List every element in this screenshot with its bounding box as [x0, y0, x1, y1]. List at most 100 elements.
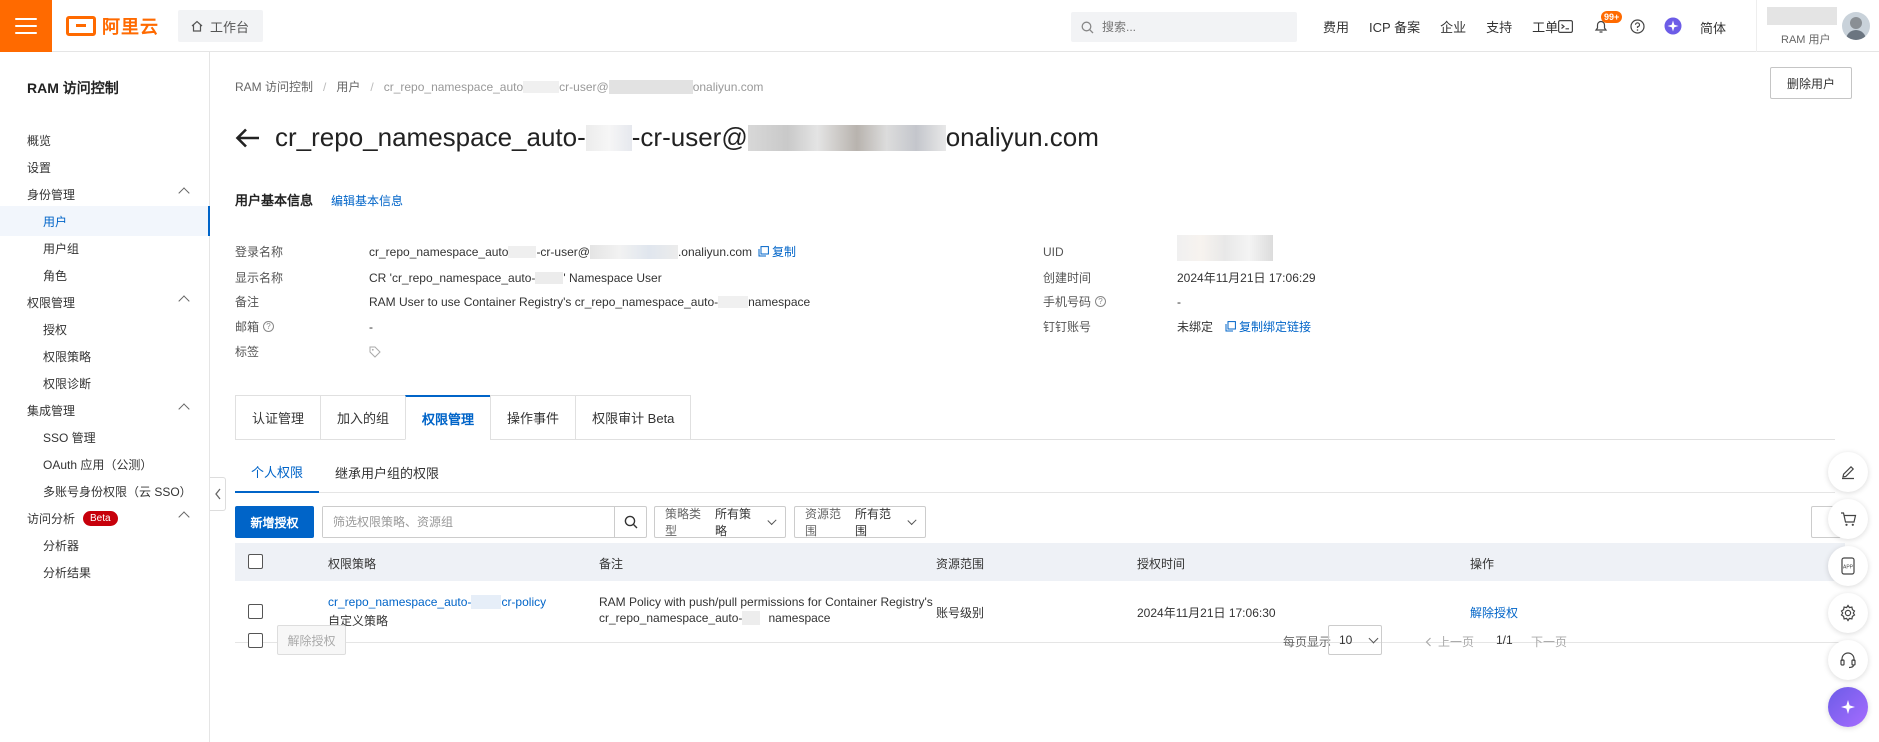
redacted-block [718, 295, 749, 308]
tab-operation-events[interactable]: 操作事件 [490, 395, 576, 440]
select-all-checkbox[interactable] [248, 554, 263, 569]
copy-icon[interactable] [758, 246, 769, 257]
sidebar-item-label: 概览 [27, 133, 52, 148]
next-page-button[interactable]: 下一页 [1531, 633, 1567, 650]
user-menu[interactable]: RAM 用户 [1756, 0, 1879, 52]
email-label: 邮箱? [235, 318, 369, 335]
tag-icon[interactable] [369, 346, 381, 358]
footer-select-all-checkbox[interactable] [248, 633, 263, 648]
page-title: cr_repo_namespace_auto- -cr-user@ onaliy… [275, 122, 1099, 153]
sidebar-item-oauth[interactable]: OAuth 应用（公测） [0, 449, 210, 479]
edit-basic-info-link[interactable]: 编辑基本信息 [331, 192, 403, 209]
policy-filter [322, 506, 647, 538]
aliyun-logo[interactable]: 阿里云 [66, 14, 159, 38]
sidebar-item-user-groups[interactable]: 用户组 [0, 233, 210, 263]
chevron-left-icon [1425, 637, 1431, 646]
sidebar-group-integration[interactable]: 集成管理 [0, 395, 210, 425]
tab-joined-groups[interactable]: 加入的组 [320, 395, 406, 440]
sidebar-item-grants[interactable]: 授权 [0, 314, 210, 344]
cart-icon[interactable] [1828, 499, 1868, 539]
sidebar-group-identity[interactable]: 身份管理 [0, 179, 210, 209]
per-page-select[interactable]: 10 [1328, 625, 1382, 655]
search-icon [1081, 21, 1094, 33]
sidebar-item-cloud-sso[interactable]: 多账号身份权限（云 SSO） [0, 476, 210, 506]
breadcrumb-users[interactable]: 用户 [336, 78, 360, 95]
remark-value: RAM User to use Container Registry's cr_… [369, 295, 810, 309]
help-icon[interactable]: ? [1095, 296, 1107, 307]
search-button[interactable] [614, 507, 646, 537]
back-arrow-icon[interactable] [235, 126, 261, 150]
nav-enterprise[interactable]: 企业 [1430, 17, 1476, 36]
sidebar-item-settings[interactable]: 设置 [0, 152, 210, 182]
help-icon[interactable] [1619, 0, 1655, 52]
nav-billing[interactable]: 费用 [1313, 17, 1359, 36]
top-bar: 阿里云 工作台 费用 ICP 备案 企业 支持 工单 99+ 简体 RAM 用户 [0, 0, 1879, 52]
sidebar-group-permissions[interactable]: 权限管理 [0, 287, 210, 317]
language-switch[interactable]: 简体 [1700, 18, 1726, 37]
bell-icon[interactable]: 99+ [1583, 0, 1623, 52]
sidebar-item-sso[interactable]: SSO 管理 [0, 422, 210, 452]
sidebar: RAM 访问控制 概览 设置 身份管理 用户 用户组 角色 权限管理 授权 权限… [0, 52, 210, 742]
login-name-row: 登录名称 cr_repo_namespace_auto -cr-user@ .o… [235, 243, 796, 260]
scope-value: 所有范围 [855, 507, 892, 538]
scope-label: 资源范围 [805, 507, 842, 538]
settings-gear-icon[interactable] [1828, 593, 1868, 633]
terminal-icon[interactable] [1547, 0, 1583, 52]
sidebar-item-diagnosis[interactable]: 权限诊断 [0, 368, 210, 398]
breadcrumb-current-part: cr-user@ [559, 79, 609, 94]
bulk-revoke-button[interactable]: 解除授权 [277, 625, 346, 655]
sidebar-item-users[interactable]: 用户 [0, 206, 210, 236]
sidebar-collapse-button[interactable] [210, 477, 226, 511]
menu-button[interactable] [0, 0, 52, 52]
beta-badge: Beta [83, 510, 118, 526]
breadcrumb-current-part: cr_repo_namespace_auto [383, 79, 524, 94]
policy-type-select[interactable]: 策略类型 所有策略 [654, 506, 786, 538]
nav-icp[interactable]: ICP 备案 [1359, 17, 1430, 36]
customer-service-icon[interactable] [1828, 640, 1868, 680]
global-search[interactable] [1071, 12, 1297, 42]
sidebar-item-policies[interactable]: 权限策略 [0, 341, 210, 371]
uid-row: UID [1043, 235, 1273, 261]
scope-select[interactable]: 资源范围 所有范围 [794, 506, 926, 538]
tab-permissions[interactable]: 权限管理 [405, 395, 491, 440]
tab-authentication[interactable]: 认证管理 [235, 395, 321, 440]
policy-name-link[interactable]: cr_repo_namespace_auto- cr-policy [328, 595, 546, 609]
policy-type-value: 所有策略 [715, 507, 752, 538]
copy-login-name-link[interactable]: 复制 [772, 243, 796, 260]
help-icon[interactable]: ? [263, 321, 275, 332]
header-actions: 操作 [1470, 557, 1495, 571]
sidebar-item-analyzer[interactable]: 分析器 [0, 530, 210, 560]
breadcrumb-current: cr_repo_namespace_auto cr-user@ onaliyun… [383, 79, 763, 94]
ai-assistant-icon[interactable] [1655, 0, 1691, 52]
chevron-up-icon [178, 187, 190, 199]
table-footer: 解除授权 每页显示 10 上一页 1/1 下一页 [235, 612, 1845, 658]
chevron-down-icon [767, 515, 777, 525]
copy-bind-link[interactable]: 复制绑定链接 [1239, 318, 1311, 335]
breadcrumb-ram[interactable]: RAM 访问控制 [235, 78, 313, 95]
app-icon[interactable]: APP [1828, 546, 1868, 586]
copy-icon[interactable] [1225, 321, 1236, 332]
redacted-block [585, 124, 632, 151]
policy-filter-input[interactable] [323, 507, 614, 537]
sidebar-group-access-analysis[interactable]: 访问分析 Beta [0, 503, 210, 533]
phone-label-text: 手机号码 [1043, 295, 1092, 309]
policy-name-part: cr_repo_namespace_auto- [328, 595, 472, 609]
sidebar-item-analysis-results[interactable]: 分析结果 [0, 557, 210, 587]
sidebar-item-overview[interactable]: 概览 [0, 125, 210, 155]
delete-user-button[interactable]: 删除用户 [1770, 67, 1852, 99]
add-grant-button[interactable]: 新增授权 [235, 506, 314, 538]
global-search-input[interactable] [1102, 20, 1272, 34]
prev-page-button[interactable]: 上一页 [1425, 633, 1474, 650]
subtab-personal-permissions[interactable]: 个人权限 [235, 451, 320, 493]
nav-support[interactable]: 支持 [1476, 17, 1522, 36]
edit-icon[interactable] [1828, 452, 1868, 492]
title-part: onaliyun.com [945, 122, 1099, 152]
subtab-inherited-permissions[interactable]: 继承用户组的权限 [319, 451, 455, 493]
tab-permission-audit[interactable]: 权限审计 Beta [575, 395, 692, 440]
workbench-button[interactable]: 工作台 [178, 10, 264, 42]
avatar[interactable] [1842, 12, 1870, 40]
chevron-left-icon [214, 488, 221, 500]
redacted-block [508, 245, 537, 258]
sidebar-item-roles[interactable]: 角色 [0, 260, 210, 290]
ai-assistant-float-icon[interactable] [1828, 687, 1868, 727]
